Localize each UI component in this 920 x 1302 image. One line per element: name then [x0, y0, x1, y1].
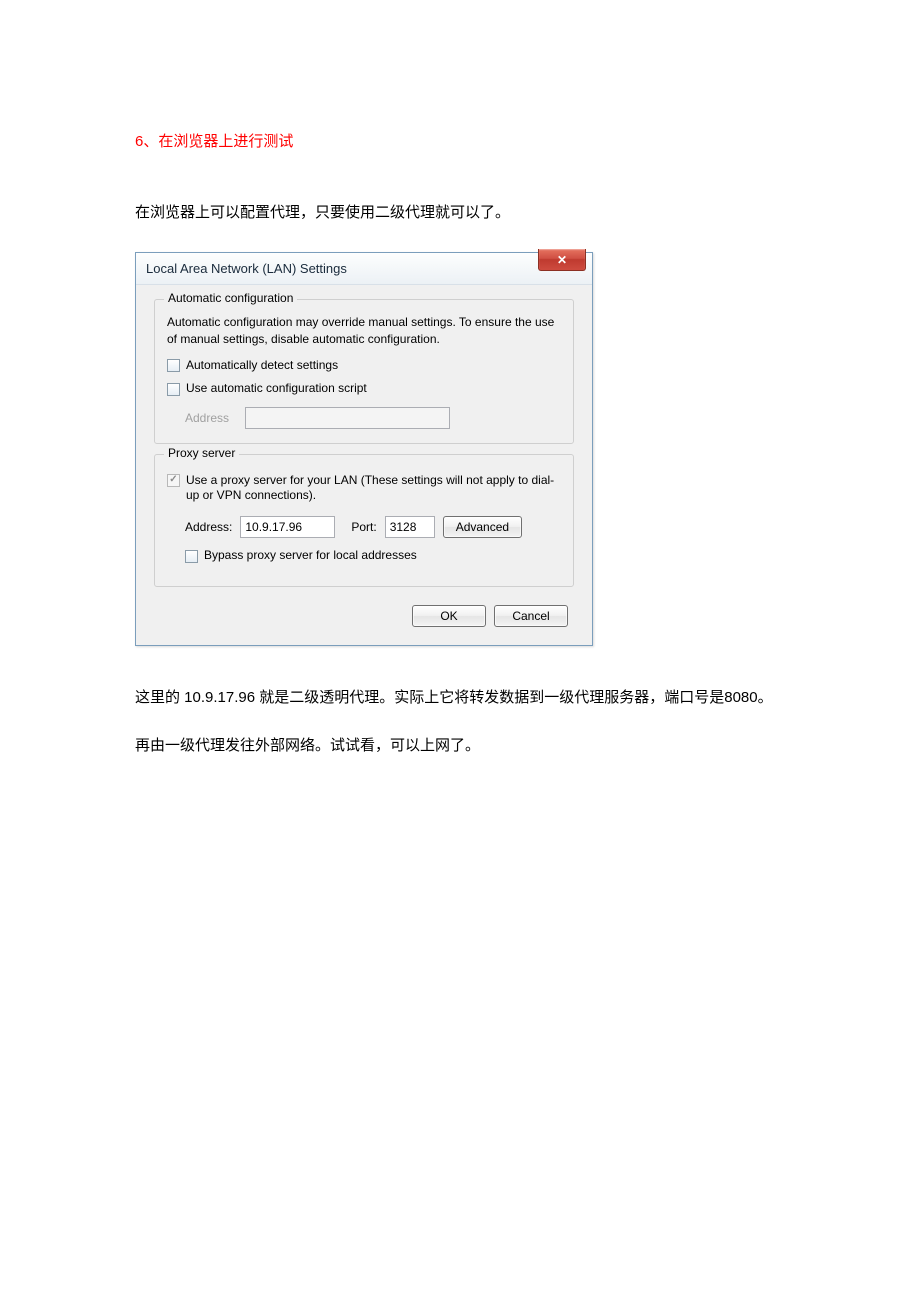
- close-button[interactable]: ✕: [538, 249, 586, 271]
- dialog-footer: OK Cancel: [154, 597, 574, 631]
- conclusion-paragraph: 这里的 10.9.17.96 就是二级透明代理。实际上它将转发数据到一级代理服务…: [135, 674, 785, 770]
- proxy-legend: Proxy server: [164, 446, 239, 460]
- auto-script-label: Use automatic configuration script: [186, 381, 561, 397]
- auto-script-row: Use automatic configuration script: [167, 381, 561, 397]
- auto-description: Automatic configuration may override man…: [167, 314, 561, 348]
- bypass-row: Bypass proxy server for local addresses: [167, 548, 561, 564]
- auto-address-row: Address: [167, 407, 561, 429]
- auto-address-input: [245, 407, 450, 429]
- proxy-use-row: Use a proxy server for your LAN (These s…: [167, 473, 561, 504]
- proxy-address-input[interactable]: [240, 516, 335, 538]
- auto-address-label: Address: [185, 411, 245, 425]
- auto-legend: Automatic configuration: [164, 291, 297, 305]
- lan-settings-dialog: Local Area Network (LAN) Settings ✕ Auto…: [135, 252, 593, 646]
- bypass-label: Bypass proxy server for local addresses: [204, 548, 561, 564]
- proxy-server-group: Proxy server Use a proxy server for your…: [154, 454, 574, 587]
- cancel-button[interactable]: Cancel: [494, 605, 568, 627]
- dialog-body: Automatic configuration Automatic config…: [136, 285, 592, 645]
- ok-button[interactable]: OK: [412, 605, 486, 627]
- intro-paragraph: 在浏览器上可以配置代理，只要使用二级代理就可以了。: [135, 193, 785, 232]
- bypass-checkbox[interactable]: [185, 550, 198, 563]
- auto-script-checkbox[interactable]: [167, 383, 180, 396]
- proxy-port-label: Port:: [351, 520, 376, 534]
- advanced-button[interactable]: Advanced: [443, 516, 522, 538]
- auto-detect-checkbox[interactable]: [167, 359, 180, 372]
- proxy-address-label: Address:: [185, 520, 232, 534]
- dialog-title: Local Area Network (LAN) Settings: [146, 261, 582, 276]
- auto-detect-row: Automatically detect settings: [167, 358, 561, 374]
- automatic-configuration-group: Automatic configuration Automatic config…: [154, 299, 574, 444]
- dialog-titlebar: Local Area Network (LAN) Settings ✕: [136, 253, 592, 285]
- proxy-address-row: Address: Port: Advanced: [167, 516, 561, 538]
- proxy-use-label: Use a proxy server for your LAN (These s…: [186, 473, 561, 504]
- auto-detect-label: Automatically detect settings: [186, 358, 561, 374]
- section-heading: 6、在浏览器上进行测试: [135, 130, 785, 151]
- close-icon: ✕: [557, 253, 567, 267]
- proxy-port-input[interactable]: [385, 516, 435, 538]
- proxy-use-checkbox[interactable]: [167, 474, 180, 487]
